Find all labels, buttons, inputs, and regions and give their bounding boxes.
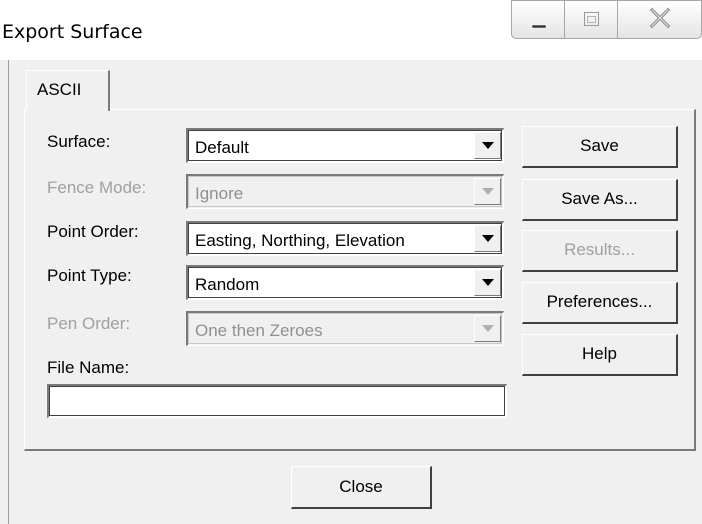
file-name-input[interactable] [47, 384, 507, 418]
point-order-label: Point Order: [47, 222, 139, 241]
help-button[interactable]: Help [522, 334, 678, 376]
close-icon [649, 7, 671, 29]
fence-mode-label: Fence Mode: [47, 178, 147, 197]
surface-value: Default [195, 138, 249, 157]
maximize-icon [584, 12, 599, 26]
pen-order-value: One then Zeroes [195, 321, 323, 340]
preferences-button[interactable]: Preferences... [522, 282, 678, 324]
triangle-down-icon [482, 279, 494, 286]
triangle-down-icon [482, 235, 494, 242]
point-order-value: Easting, Northing, Elevation [195, 231, 405, 250]
window-frame-edge [8, 60, 9, 524]
tab-ascii[interactable]: ASCII [26, 70, 110, 111]
point-type-value: Random [195, 275, 260, 294]
save-as-button[interactable]: Save As... [522, 179, 678, 221]
save-button[interactable]: Save [522, 126, 678, 168]
fence-mode-select: Ignore [186, 174, 504, 209]
surface-label: Surface: [47, 132, 111, 151]
surface-select[interactable]: Default [186, 128, 504, 163]
close-button[interactable]: Close [291, 466, 432, 509]
point-type-label: Point Type: [47, 266, 132, 285]
minimize-button[interactable] [511, 0, 564, 39]
minimize-icon [531, 24, 547, 29]
export-surface-window: Export Surface ASCII Surface: Default Fe… [0, 0, 702, 524]
pen-order-label: Pen Order: [47, 314, 131, 333]
triangle-down-icon [482, 188, 494, 195]
fence-mode-value: Ignore [195, 184, 244, 203]
surface-dropdown-button[interactable] [474, 132, 501, 159]
file-name-label: File Name: [47, 358, 130, 377]
triangle-down-icon [482, 325, 494, 332]
results-button: Results... [522, 230, 678, 272]
close-window-button[interactable] [617, 0, 702, 39]
point-type-dropdown-button[interactable] [474, 269, 501, 296]
point-order-select[interactable]: Easting, Northing, Elevation [186, 221, 504, 256]
point-order-dropdown-button[interactable] [474, 225, 501, 252]
triangle-down-icon [482, 142, 494, 149]
fence-mode-dropdown-button [474, 178, 501, 205]
point-type-select[interactable]: Random [186, 265, 504, 300]
window-title: Export Surface [2, 21, 143, 43]
title-bar: Export Surface [0, 0, 702, 60]
tab-ascii-label: ASCII [37, 80, 82, 99]
pen-order-dropdown-button [474, 315, 501, 342]
maximize-button[interactable] [564, 0, 617, 39]
pen-order-select: One then Zeroes [186, 311, 504, 346]
caption-buttons [511, 0, 702, 40]
